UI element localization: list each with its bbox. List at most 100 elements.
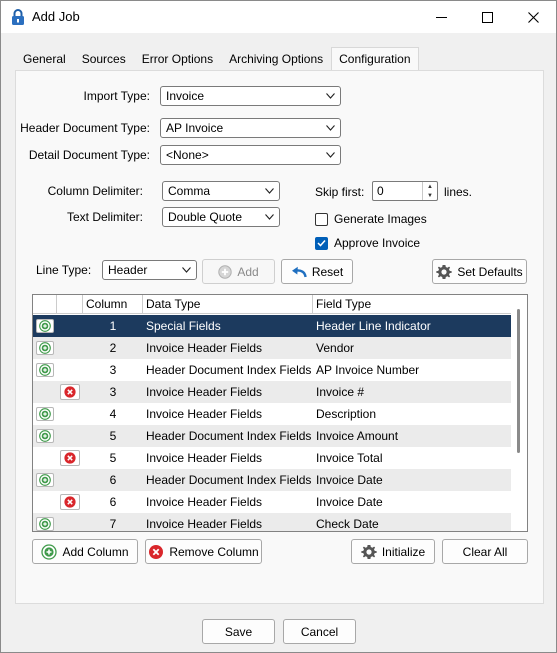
approve-invoice-checkbox[interactable]: Approve Invoice (315, 236, 420, 250)
maximize-button[interactable] (464, 1, 510, 33)
tab-archiving-options[interactable]: Archiving Options (221, 47, 331, 71)
grid-header-field-type[interactable]: Field Type (313, 295, 511, 314)
initialize-button[interactable]: Initialize (351, 539, 435, 564)
add-circle-icon (218, 264, 233, 279)
detail-doc-type-select[interactable]: <None> (160, 145, 341, 165)
cell-column: 5 (109, 429, 117, 443)
header-doc-type-label: Header Document Type: (20, 121, 150, 135)
cell-field-type: Description (316, 407, 377, 421)
gear-icon (436, 264, 453, 279)
skip-first-stepper[interactable]: 0 ▲ ▼ (372, 181, 438, 201)
row-remove-cell (57, 425, 83, 447)
maximize-icon (481, 11, 493, 23)
minimize-icon (435, 16, 447, 18)
add-circle-icon[interactable] (36, 473, 54, 487)
row-add-cell (33, 491, 57, 513)
tab-configuration[interactable]: Configuration (331, 47, 419, 71)
undo-arrow-icon (291, 266, 307, 277)
add-circle-icon[interactable] (36, 341, 54, 355)
stepper-buttons[interactable]: ▲ ▼ (422, 182, 437, 200)
cell-data-type: Header Document Index Fields (146, 473, 312, 487)
grid-header-action[interactable] (33, 295, 57, 314)
row-add-cell[interactable] (33, 469, 57, 491)
reset-button-label: Reset (311, 264, 344, 279)
column-delimiter-label: Column Delimiter: (47, 184, 143, 198)
add-column-button[interactable]: Add Column (32, 539, 138, 564)
add-button[interactable]: Add (202, 259, 275, 284)
row-add-cell[interactable] (33, 315, 57, 337)
table-row[interactable]: 3 Invoice Header Fields Invoice # (33, 381, 511, 403)
skip-first-suffix: lines. (444, 185, 473, 199)
table-row[interactable]: 1 Special Fields Header Line Indicator (33, 315, 511, 337)
checkbox-box[interactable] (315, 212, 328, 226)
remove-circle-icon[interactable] (60, 384, 80, 400)
cell-field-type: Check Date (316, 517, 379, 531)
column-delimiter-value: Comma (168, 184, 211, 198)
grid-header-remove[interactable] (57, 295, 83, 314)
remove-circle-icon[interactable] (60, 450, 80, 466)
column-delimiter-select[interactable]: Comma (162, 181, 280, 201)
table-row[interactable]: 3 Header Document Index Fields AP Invoice … (33, 359, 511, 381)
row-add-cell[interactable] (33, 403, 57, 425)
clear-all-label: Clear All (462, 544, 508, 559)
grid-header-column[interactable]: Column (83, 295, 143, 314)
add-circle-icon[interactable] (36, 363, 54, 377)
cell-data-type: Header Document Index Fields (146, 363, 312, 377)
reset-button[interactable]: Reset (281, 259, 353, 284)
minimize-button[interactable] (418, 1, 464, 33)
table-row[interactable]: 7 Invoice Header Fields Check Date (33, 513, 511, 531)
gear-icon (361, 544, 377, 559)
row-add-cell[interactable] (33, 337, 57, 359)
set-defaults-button[interactable]: Set Defaults (432, 259, 527, 284)
table-row[interactable]: 5 Invoice Header Fields Invoice Total (33, 447, 511, 469)
close-button[interactable] (510, 1, 556, 33)
import-type-select[interactable]: Invoice (160, 86, 341, 106)
title-bar: Add Job (1, 1, 556, 33)
cancel-button[interactable]: Cancel (283, 619, 356, 644)
stepper-down-icon[interactable]: ▼ (423, 191, 437, 200)
remove-column-button[interactable]: Remove Column (145, 539, 262, 564)
scrollbar-thumb[interactable] (517, 309, 520, 453)
table-row[interactable]: 6 Invoice Header Fields Invoice Date (33, 491, 511, 513)
line-type-label: Line Type: (36, 263, 92, 277)
cell-field-type: Invoice Amount (316, 429, 399, 443)
column-mapping-grid[interactable]: Column Data Type Field Type 1 Special Fie… (32, 294, 528, 532)
add-job-window: Add Job General Sources Error Options Ar… (0, 0, 557, 653)
grid-header-data-type[interactable]: Data Type (143, 295, 313, 314)
row-remove-cell[interactable] (57, 491, 83, 513)
cell-field-type: AP Invoice Number (316, 363, 420, 377)
remove-circle-icon[interactable] (60, 494, 80, 510)
save-button[interactable]: Save (202, 619, 275, 644)
add-circle-icon[interactable] (36, 319, 54, 333)
grid-vertical-scrollbar[interactable] (511, 295, 527, 531)
chevron-down-icon (265, 188, 274, 194)
add-circle-icon[interactable] (36, 517, 54, 531)
clear-all-button[interactable]: Clear All (442, 539, 528, 564)
tab-general[interactable]: General (15, 47, 74, 71)
text-delimiter-value: Double Quote (168, 210, 243, 224)
header-doc-type-select[interactable]: AP Invoice (160, 118, 341, 138)
checkbox-box[interactable] (315, 236, 328, 250)
row-remove-cell[interactable] (57, 447, 83, 469)
table-row[interactable]: 5 Header Document Index Fields Invoice Amo… (33, 425, 511, 447)
add-circle-icon[interactable] (36, 429, 54, 443)
cell-column: 5 (109, 451, 117, 465)
cell-column: 6 (109, 473, 117, 487)
table-row[interactable]: 6 Header Document Index Fields Invoice Dat… (33, 469, 511, 491)
row-remove-cell[interactable] (57, 381, 83, 403)
line-type-select[interactable]: Header (102, 260, 197, 280)
cell-column: 6 (109, 495, 117, 509)
add-circle-icon[interactable] (36, 407, 54, 421)
tab-error-options[interactable]: Error Options (134, 47, 221, 71)
tab-sources[interactable]: Sources (74, 47, 134, 71)
cell-data-type: Header Document Index Fields (146, 429, 312, 443)
table-row[interactable]: 2 Invoice Header Fields Vendor (33, 337, 511, 359)
set-defaults-label: Set Defaults (457, 264, 523, 279)
row-remove-cell (57, 403, 83, 425)
generate-images-checkbox[interactable]: Generate Images (315, 212, 427, 226)
row-add-cell[interactable] (33, 359, 57, 381)
row-add-cell[interactable] (33, 513, 57, 531)
table-row[interactable]: 4 Invoice Header Fields Description (33, 403, 511, 425)
text-delimiter-select[interactable]: Double Quote (162, 207, 280, 227)
row-add-cell[interactable] (33, 425, 57, 447)
